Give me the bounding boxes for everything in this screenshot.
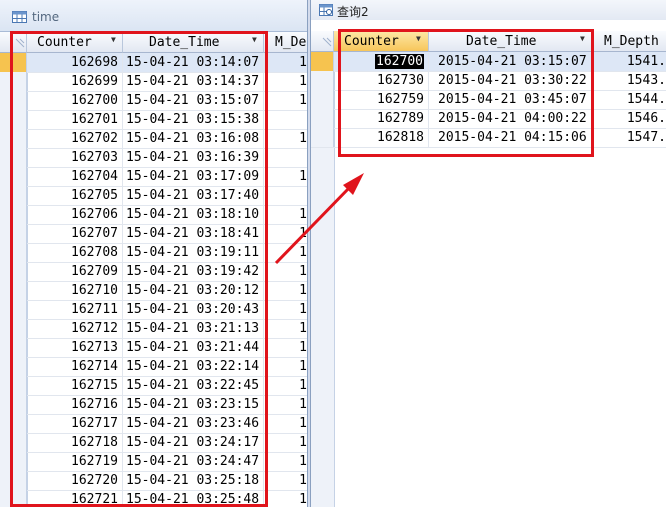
cell-m-depth[interactable]: 1 [264,490,307,507]
row-selector[interactable] [311,52,334,71]
cell-m-depth[interactable]: 1 [264,357,307,376]
cell-m-depth[interactable]: 1 [264,452,307,471]
annotation-box-result [338,29,594,157]
row-selector[interactable] [311,71,334,90]
cell-m-depth[interactable] [264,110,307,129]
cell-m-depth[interactable]: 1 [264,129,307,148]
table-icon [12,11,27,26]
column-header-m-depth[interactable]: M_Depth [593,31,666,52]
cell-m-depth[interactable]: 1 [264,300,307,319]
cell-m-depth[interactable]: 1 [264,53,307,72]
cell-m-depth[interactable]: 1547. [593,128,666,147]
cell-m-depth[interactable]: 1541. [593,52,666,71]
window-title: 查询2 [337,5,369,19]
cell-m-depth[interactable] [264,186,307,205]
cell-m-depth[interactable]: 1 [264,433,307,452]
cell-m-depth[interactable]: 1 [264,205,307,224]
window-title-bar[interactable]: time [0,0,307,32]
cell-m-depth[interactable] [264,148,307,167]
select-all-corner[interactable] [311,31,334,52]
cell-m-depth[interactable]: 1 [264,243,307,262]
query-icon [319,4,333,19]
cell-m-depth[interactable]: 1 [264,395,307,414]
column-header-label: M_De [275,35,307,50]
cell-m-depth[interactable]: 1 [264,338,307,357]
cell-m-depth[interactable]: 1 [264,72,307,91]
cell-m-depth[interactable]: 1 [264,167,307,186]
column-header-m-depth[interactable]: M_De [264,32,307,53]
row-selector[interactable] [311,90,334,109]
annotation-box-source [10,31,268,507]
window-title: time [32,10,60,24]
window-title-bar[interactable]: 查询2 [311,0,666,20]
row-selector[interactable] [311,109,334,128]
cell-m-depth[interactable]: 1 [264,262,307,281]
cell-m-depth[interactable]: 1543. [593,71,666,90]
cell-m-depth[interactable]: 1 [264,471,307,490]
cell-m-depth[interactable]: 1546. [593,109,666,128]
cell-m-depth[interactable]: 1 [264,319,307,338]
cell-m-depth[interactable]: 1 [264,91,307,110]
cell-m-depth[interactable]: 1 [264,414,307,433]
cell-m-depth[interactable]: 1544. [593,90,666,109]
row-selector[interactable] [311,128,334,147]
column-header-label: M_Depth [604,34,659,49]
cell-m-depth[interactable]: 1 [264,376,307,395]
cell-m-depth[interactable]: 1 [264,281,307,300]
cell-m-depth[interactable]: 1 [264,224,307,243]
